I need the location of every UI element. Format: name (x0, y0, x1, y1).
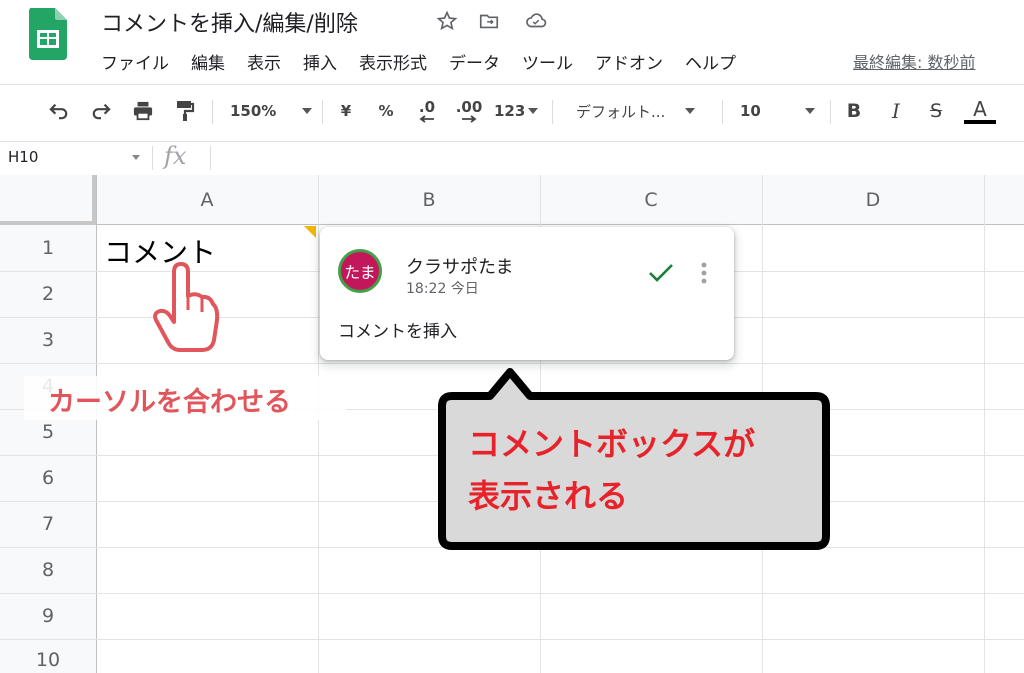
row-header[interactable]: 3 (0, 317, 96, 363)
pointing-hand-icon (153, 262, 220, 352)
sheets-logo-icon[interactable] (29, 8, 67, 60)
toolbar: 150% ¥ % .0 .00 123 デフォルト... 10 B I S A (0, 92, 1024, 130)
comment-author: クラサポたま (406, 257, 514, 278)
column-header-d[interactable]: D (762, 175, 984, 225)
comment-timestamp: 18:22 今日 (406, 281, 479, 297)
bold-button[interactable]: B (842, 92, 866, 130)
column-header-partial[interactable] (984, 175, 1024, 225)
callout-line-1: コメントボックスが (468, 425, 756, 463)
menu-addons[interactable]: アドオン (595, 49, 663, 74)
formula-separator (210, 146, 211, 170)
text-color-button[interactable]: A (964, 92, 996, 130)
column-header-b[interactable]: B (318, 175, 540, 225)
italic-button[interactable]: I (884, 92, 908, 130)
formula-input[interactable] (220, 146, 1010, 170)
callout-text: コメントボックスが 表示される (468, 418, 818, 522)
header-divider (0, 84, 1024, 85)
row-header[interactable]: 2 (0, 271, 96, 317)
chevron-down-icon (528, 108, 539, 114)
toolbar-separator (212, 100, 213, 124)
row-header[interactable]: 1 (0, 225, 96, 271)
menu-view[interactable]: 表示 (247, 49, 281, 74)
resolve-check-icon[interactable] (646, 257, 676, 287)
row-header[interactable]: 7 (0, 501, 96, 547)
menu-data[interactable]: データ (449, 49, 500, 74)
menu-bar: ファイル 編集 表示 挿入 表示形式 データ ツール アドオン ヘルプ (101, 49, 736, 74)
grid-line (984, 175, 985, 673)
grid-line (0, 363, 1024, 364)
cursor-annotation: カーソルを合わせる (48, 387, 291, 418)
row-header[interactable]: 10 (0, 639, 96, 673)
text-color-label: A (973, 97, 987, 121)
row-header[interactable]: 6 (0, 455, 96, 501)
menu-tools[interactable]: ツール (522, 49, 573, 74)
more-formats-label: 123 (494, 102, 526, 120)
grid-line (318, 175, 319, 673)
toolbar-separator (552, 100, 553, 124)
strikethrough-button[interactable]: S (924, 92, 948, 130)
increase-decimal-label: .00 (455, 98, 483, 116)
row-header[interactable]: 9 (0, 593, 96, 639)
font-size-select[interactable]: 10 (740, 92, 822, 130)
cloud-saved-icon[interactable] (524, 9, 548, 33)
menu-edit[interactable]: 編集 (191, 49, 225, 74)
chevron-down-icon[interactable] (132, 155, 140, 160)
grid-line (0, 639, 1024, 640)
grid-line (0, 593, 1024, 594)
menu-insert[interactable]: 挿入 (303, 49, 337, 74)
menu-help[interactable]: ヘルプ (685, 49, 736, 74)
decrease-decimal-label: .0 (418, 98, 436, 116)
function-icon: fx (164, 142, 187, 170)
arrow-left-icon (419, 115, 434, 123)
comment-text: コメントを挿入 (338, 322, 457, 342)
toolbar-separator (722, 100, 723, 124)
font-family-select[interactable]: デフォルト... (576, 92, 708, 130)
move-folder-icon[interactable] (477, 9, 501, 33)
comment-indicator (304, 226, 316, 238)
formula-separator (152, 146, 153, 170)
menu-file[interactable]: ファイル (101, 49, 169, 74)
comment-card[interactable]: たま クラサポたま 18:22 今日 コメントを挿入 (320, 227, 734, 360)
chevron-down-icon (302, 108, 313, 114)
increase-decimal-button[interactable]: .00 (452, 92, 486, 130)
arrow-right-icon (462, 115, 477, 123)
zoom-select[interactable]: 150% (230, 92, 313, 130)
document-title[interactable]: コメントを挿入/編集/削除 (101, 6, 358, 38)
callout-line-2: 表示される (468, 477, 629, 515)
chevron-down-icon (685, 108, 696, 114)
decrease-decimal-button[interactable]: .0 (412, 92, 442, 130)
paint-format-icon[interactable] (170, 92, 200, 130)
row-header[interactable]: 8 (0, 547, 96, 593)
more-options-icon[interactable] (700, 261, 708, 285)
font-size-value: 10 (740, 102, 761, 120)
column-header-a[interactable]: A (96, 175, 318, 225)
name-box[interactable]: H10 (8, 148, 38, 166)
column-header-c[interactable]: C (540, 175, 762, 225)
star-icon[interactable] (435, 9, 459, 33)
more-formats-select[interactable]: 123 (494, 92, 540, 130)
last-edit-link[interactable]: 最終編集: 数秒前 (853, 49, 975, 73)
select-all-corner[interactable] (0, 175, 96, 225)
redo-icon[interactable] (86, 92, 116, 130)
formula-bar-divider (0, 141, 1024, 142)
chevron-down-icon (804, 108, 815, 114)
toolbar-separator (322, 100, 323, 124)
menu-format[interactable]: 表示形式 (359, 49, 427, 74)
currency-format-button[interactable]: ¥ (336, 92, 356, 130)
avatar: たま (338, 249, 382, 293)
print-icon[interactable] (128, 92, 158, 130)
toolbar-separator (830, 100, 831, 124)
zoom-value: 150% (230, 102, 277, 120)
text-color-swatch (964, 120, 996, 124)
grid-line (96, 175, 97, 673)
percent-format-button[interactable]: % (376, 92, 396, 130)
undo-icon[interactable] (44, 92, 74, 130)
font-family-value: デフォルト... (576, 102, 666, 121)
